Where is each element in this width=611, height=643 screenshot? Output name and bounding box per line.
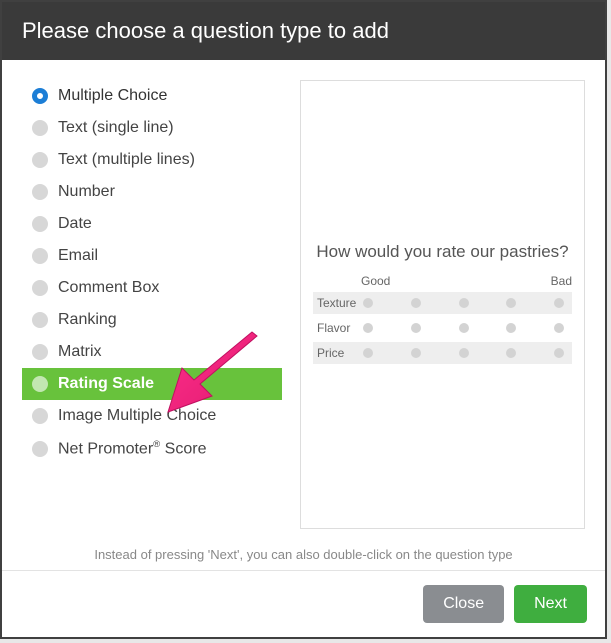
close-button[interactable]: Close bbox=[423, 585, 504, 623]
question-type-label: Ranking bbox=[58, 311, 117, 329]
radio-icon bbox=[32, 248, 48, 264]
radio-icon bbox=[32, 376, 48, 392]
question-type-label: Image Multiple Choice bbox=[58, 407, 216, 425]
add-question-modal: Please choose a question type to add Mul… bbox=[0, 0, 607, 639]
modal-title: Please choose a question type to add bbox=[22, 18, 389, 43]
rating-row: Texture bbox=[313, 292, 572, 314]
question-type-option[interactable]: Net Promoter® Score bbox=[22, 432, 282, 465]
question-type-label: Email bbox=[58, 247, 98, 265]
modal-body: Multiple Choice Text (single line) Text (m… bbox=[2, 60, 605, 570]
rating-dot-icon bbox=[363, 323, 373, 333]
rating-dots bbox=[361, 298, 566, 308]
modal-header: Please choose a question type to add bbox=[2, 2, 605, 60]
hint-text: Instead of pressing 'Next', you can also… bbox=[22, 547, 585, 562]
rating-dot-icon bbox=[554, 323, 564, 333]
rating-dot-icon bbox=[411, 348, 421, 358]
rating-dot-icon bbox=[554, 298, 564, 308]
radio-icon bbox=[32, 344, 48, 360]
question-type-label: Number bbox=[58, 183, 115, 201]
radio-icon bbox=[32, 280, 48, 296]
radio-icon bbox=[32, 312, 48, 328]
question-type-label: Comment Box bbox=[58, 279, 159, 297]
rating-row-label: Price bbox=[317, 346, 361, 360]
question-type-label: Multiple Choice bbox=[58, 87, 167, 105]
content-row: Multiple Choice Text (single line) Text (m… bbox=[22, 80, 585, 529]
radio-icon bbox=[32, 120, 48, 136]
rating-dot-icon bbox=[459, 348, 469, 358]
question-type-option[interactable]: Rating Scale bbox=[22, 368, 282, 400]
rating-row: Flavor bbox=[313, 317, 572, 339]
question-type-option[interactable]: Number bbox=[22, 176, 282, 208]
radio-icon bbox=[32, 88, 48, 104]
rating-dot-icon bbox=[554, 348, 564, 358]
question-type-option[interactable]: Multiple Choice bbox=[22, 80, 282, 112]
question-type-list: Multiple Choice Text (single line) Text (m… bbox=[22, 80, 282, 529]
question-type-label: Date bbox=[58, 215, 92, 233]
radio-icon bbox=[32, 152, 48, 168]
rating-dot-icon bbox=[363, 298, 373, 308]
question-type-label: Text (single line) bbox=[58, 119, 174, 137]
scale-right-label: Bad bbox=[551, 274, 572, 288]
question-type-label: Matrix bbox=[58, 343, 102, 361]
question-type-option[interactable]: Matrix bbox=[22, 336, 282, 368]
question-type-option[interactable]: Text (multiple lines) bbox=[22, 144, 282, 176]
rating-row: Price bbox=[313, 342, 572, 364]
rating-dots bbox=[361, 348, 566, 358]
question-type-label: Net Promoter® Score bbox=[58, 439, 206, 458]
rating-row-label: Texture bbox=[317, 296, 361, 310]
next-button[interactable]: Next bbox=[514, 585, 587, 623]
scale-left-label: Good bbox=[361, 274, 390, 288]
rating-table: Good Bad Texture Flavor Price bbox=[313, 272, 572, 367]
rating-dot-icon bbox=[459, 323, 469, 333]
rating-dot-icon bbox=[411, 323, 421, 333]
rating-dot-icon bbox=[506, 348, 516, 358]
rating-dot-icon bbox=[411, 298, 421, 308]
question-type-option[interactable]: Ranking bbox=[22, 304, 282, 336]
radio-icon bbox=[32, 441, 48, 457]
question-type-option[interactable]: Text (single line) bbox=[22, 112, 282, 144]
question-type-label: Text (multiple lines) bbox=[58, 151, 195, 169]
question-type-label: Rating Scale bbox=[58, 375, 154, 393]
radio-icon bbox=[32, 184, 48, 200]
rating-dot-icon bbox=[363, 348, 373, 358]
radio-icon bbox=[32, 408, 48, 424]
question-type-option[interactable]: Comment Box bbox=[22, 272, 282, 304]
question-type-option[interactable]: Image Multiple Choice bbox=[22, 400, 282, 432]
modal-footer: Close Next bbox=[2, 570, 605, 637]
rating-row-label: Flavor bbox=[317, 321, 361, 335]
rating-dot-icon bbox=[506, 323, 516, 333]
rating-dot-icon bbox=[506, 298, 516, 308]
preview-pane: How would you rate our pastries? Good Ba… bbox=[300, 80, 585, 529]
preview-title: How would you rate our pastries? bbox=[313, 242, 572, 262]
radio-icon bbox=[32, 216, 48, 232]
question-type-option[interactable]: Date bbox=[22, 208, 282, 240]
question-type-option[interactable]: Email bbox=[22, 240, 282, 272]
rating-dot-icon bbox=[459, 298, 469, 308]
rating-scale-header: Good Bad bbox=[313, 272, 572, 292]
rating-dots bbox=[361, 323, 566, 333]
